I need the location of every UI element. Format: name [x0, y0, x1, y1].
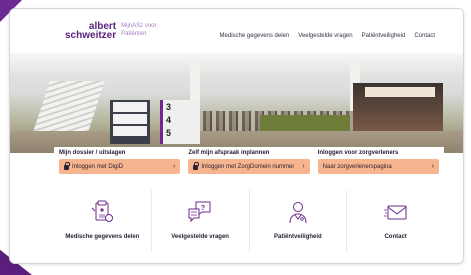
tile-label: Contact	[384, 234, 407, 240]
question-chat-icon: ?	[188, 201, 211, 223]
login-digid-button[interactable]: Inloggen met DigiD ›	[59, 159, 181, 174]
login-zorgdomein-button[interactable]: Inloggen met ZorgDomein nummer ›	[188, 159, 310, 174]
nav-contact[interactable]: Contact	[414, 33, 435, 39]
action-zorgverleners: Inloggen voor zorgverleners Naar zorgver…	[317, 150, 439, 185]
lock-icon	[193, 162, 200, 170]
site-header: albert schweitzer MijnASz voor Patiënten…	[10, 9, 463, 53]
button-label: Inloggen met ZorgDomein nummer	[201, 163, 295, 170]
site-logo[interactable]: albert schweitzer MijnASz voor Patiënten	[65, 22, 156, 41]
logo-sub1: MijnASz voor	[121, 23, 157, 29]
medical-records-icon	[92, 200, 114, 222]
button-label: Naar zorgverlenerspagina	[322, 163, 392, 170]
action-dossier: Mijn dossier / uitslagen Inloggen met Di…	[59, 150, 181, 185]
svg-text:?: ?	[201, 205, 205, 212]
wayfinding-sign	[110, 100, 150, 144]
action-title: Inloggen voor zorgverleners	[317, 150, 399, 156]
doctor-icon	[289, 202, 307, 224]
envelope-icon	[383, 205, 407, 220]
floor-number-4: 4	[166, 115, 172, 125]
logo-subtitle: MijnASz voor Patiënten	[121, 22, 156, 38]
hero-photo: 3 4 5	[10, 53, 463, 153]
tile-label: Medische gegevens delen	[65, 234, 140, 240]
logo-line2: schweitzer	[65, 30, 117, 41]
lock-icon	[64, 162, 70, 170]
floor-number-5: 5	[166, 128, 172, 138]
chevron-right-icon: ›	[431, 163, 434, 170]
logo-wordmark: albert schweitzer	[65, 22, 117, 41]
zorgverleners-button[interactable]: Naar zorgverlenerspagina ›	[317, 159, 439, 174]
chevron-right-icon: ›	[172, 163, 176, 170]
floor-number-3: 3	[166, 102, 172, 112]
tile-medische-gegevens[interactable]: Medische gegevens delen	[54, 190, 152, 252]
floor-sign: 3 4 5	[160, 100, 200, 144]
login-actions: Mijn dossier / uitslagen Inloggen met Di…	[54, 147, 444, 185]
nav-medische-gegevens[interactable]: Medische gegevens delen	[220, 33, 290, 39]
button-label: Inloggen met DigiD	[72, 163, 124, 170]
main-nav: Medische gegevens delen Veelgestelde vra…	[220, 33, 435, 39]
chevron-right-icon: ›	[302, 163, 305, 170]
tile-contact[interactable]: Contact	[347, 190, 444, 252]
nav-patientveiligheid[interactable]: Patiëntveiligheid	[362, 33, 406, 39]
tile-label: Veelgestelde vragen	[171, 234, 229, 240]
tile-patientveiligheid[interactable]: Patiëntveiligheid	[250, 190, 348, 252]
nav-veelgestelde-vragen[interactable]: Veelgestelde vragen	[298, 33, 352, 39]
action-title: Zelf mijn afspraak inplannen	[188, 150, 270, 156]
logo-sub2: Patiënten	[121, 31, 147, 37]
tile-veelgestelde-vragen[interactable]: ? Veelgestelde vragen	[152, 190, 250, 252]
action-afspraak: Zelf mijn afspraak inplannen Inloggen me…	[188, 150, 310, 185]
quick-links: Medische gegevens delen ? Veelgestelde v…	[54, 190, 444, 252]
tile-label: Patiëntveiligheid	[274, 234, 322, 240]
page-card: albert schweitzer MijnASz voor Patiënten…	[9, 8, 464, 264]
action-title: Mijn dossier / uitslagen	[59, 150, 126, 156]
